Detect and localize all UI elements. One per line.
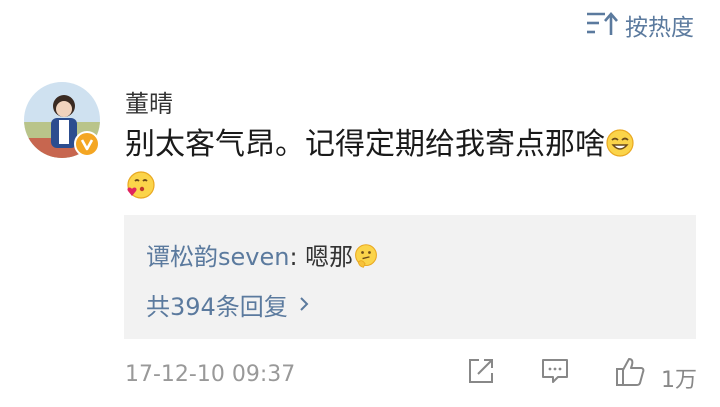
reply-text: 嗯那	[305, 243, 354, 271]
like-button[interactable]	[614, 356, 646, 392]
verified-v-icon	[74, 131, 100, 157]
share-icon	[469, 359, 493, 383]
grin-emoji	[605, 128, 635, 158]
comment-icon	[542, 359, 568, 383]
like-count: 1万	[661, 368, 697, 393]
reply-line: 谭松韵seven: 嗯那	[146, 237, 379, 272]
view-replies-link[interactable]: 共394条回复	[146, 287, 310, 322]
reply-count-label: 共394条回复	[146, 293, 288, 321]
comment-text: 别太客气昂。记得定期给我寄点那啥	[125, 127, 605, 162]
sort-hot-label: 按热度	[625, 15, 694, 41]
comment-timestamp: 17-12-10 09:37	[125, 362, 296, 387]
reply-colon: :	[289, 243, 306, 271]
share-button[interactable]	[466, 356, 496, 390]
reply-preview[interactable]: 谭松韵seven: 嗯那 共394条回复	[124, 215, 696, 339]
sort-hot-button[interactable]: 按热度	[585, 8, 694, 42]
sort-hot-icon	[585, 8, 619, 42]
comment-body: 别太客气昂。记得定期给我寄点那啥	[125, 124, 685, 208]
chevron-right-icon	[298, 291, 310, 319]
kiss-heart-emoji	[125, 170, 155, 200]
like-icon	[616, 358, 645, 386]
thinking-emoji	[353, 243, 379, 269]
comment-username[interactable]: 董晴	[125, 84, 173, 119]
reply-author[interactable]: 谭松韵seven	[146, 243, 289, 271]
comment-button[interactable]	[540, 356, 570, 390]
